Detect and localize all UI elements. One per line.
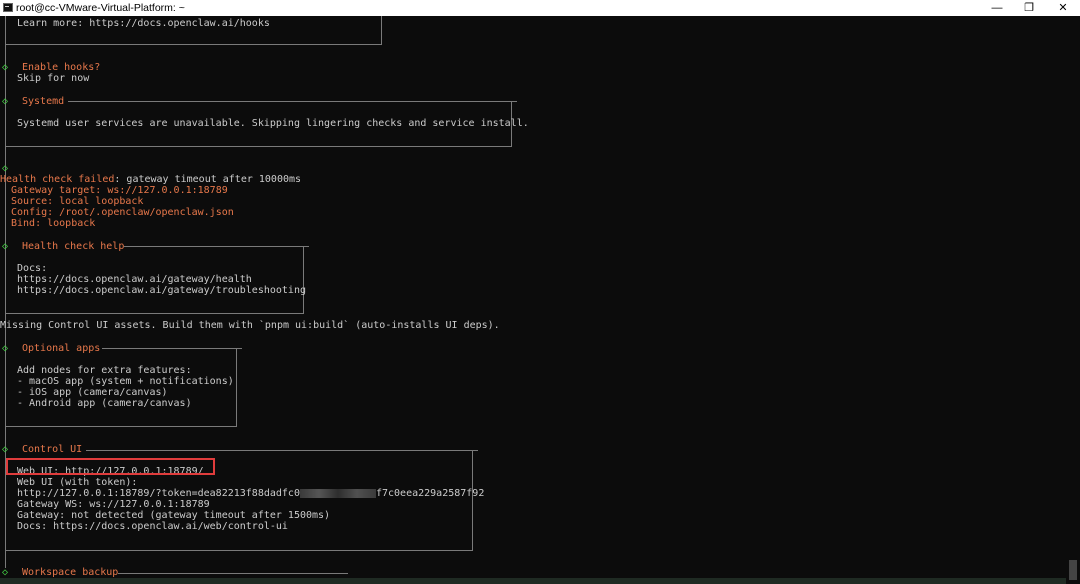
systemd-message: Systemd user services are unavailable. S… <box>17 118 529 129</box>
gateway-target-value: ws://127.0.0.1:18789 <box>107 185 228 196</box>
gateway-target-line: Gateway target: ws://127.0.0.1:18789 <box>11 185 228 196</box>
maximize-button[interactable]: ❐ <box>1015 0 1043 16</box>
redacted-token-block <box>299 488 376 498</box>
gateway-status-line: Gateway: not detected (gateway timeout a… <box>17 510 331 521</box>
hooks-learn-more: Learn more: https://docs.openclaw.ai/hoo… <box>17 18 270 29</box>
minimize-button[interactable]: — <box>983 0 1011 16</box>
source-line: Source: local loopback <box>11 196 144 207</box>
close-button[interactable]: ✕ <box>1049 0 1077 16</box>
health-failed-label: Health check failed <box>0 174 115 185</box>
web-ui-token-label: Web UI (with token): <box>17 477 138 488</box>
control-ui-docs-line[interactable]: Docs: https://docs.openclaw.ai/web/contr… <box>17 521 288 532</box>
scrollbar-thumb[interactable] <box>1069 560 1077 580</box>
bullet-diamond-icon: ◇ <box>2 163 9 174</box>
token-url-end: f7c0eea229a2587f92 <box>375 488 485 499</box>
config-value: /root/.openclaw/openclaw.json <box>59 207 234 218</box>
optional-app-ios: - iOS app (camera/canvas) <box>17 387 168 398</box>
taskbar-strip <box>0 578 1066 584</box>
config-line: Config: /root/.openclaw/openclaw.json <box>11 207 234 218</box>
bullet-diamond-icon: ◇ <box>2 62 9 73</box>
enable-hooks-answer: Skip for now <box>17 73 90 84</box>
bind-label: Bind: <box>11 218 48 229</box>
terminal-scrollbar[interactable] <box>1066 16 1080 584</box>
bind-line: Bind: loopback <box>11 218 95 229</box>
health-help-link-1[interactable]: https://docs.openclaw.ai/gateway/health <box>17 274 252 285</box>
bullet-diamond-icon: ◇ <box>2 567 9 578</box>
missing-assets-message: Missing Control UI assets. Build them wi… <box>0 320 500 331</box>
bind-value: loopback <box>47 218 96 229</box>
web-ui-token-url[interactable]: http://127.0.0.1:18789/?token=dea82213f8… <box>17 488 484 499</box>
box-top-border <box>118 573 348 574</box>
window-title: root@cc-VMware-Virtual-Platform: ~ <box>16 2 185 14</box>
workspace-backup-box-title: Workspace backup <box>22 567 119 578</box>
config-label: Config: <box>11 207 60 218</box>
token-url-start: http://127.0.0.1:18789/?token=dea82213f8… <box>17 488 300 499</box>
health-failed-detail: : gateway timeout after 10000ms <box>114 174 302 185</box>
enable-hooks-prompt: Enable hooks? <box>22 62 101 73</box>
terminal-icon <box>3 3 13 12</box>
gateway-ws-line: Gateway WS: ws://127.0.0.1:18789 <box>17 499 210 510</box>
terminal-output[interactable]: Learn more: https://docs.openclaw.ai/hoo… <box>0 16 1066 584</box>
web-ui-highlight-box <box>6 458 215 475</box>
optional-apps-intro: Add nodes for extra features: <box>17 365 192 376</box>
health-check-failed: Health check failed: gateway timeout aft… <box>0 174 301 185</box>
window-titlebar: root@cc-VMware-Virtual-Platform: ~ — ❐ ✕ <box>0 0 1080 16</box>
health-help-link-2[interactable]: https://docs.openclaw.ai/gateway/trouble… <box>17 285 306 296</box>
optional-app-macos: - macOS app (system + notifications) <box>17 376 234 387</box>
health-help-docs-label: Docs: <box>17 263 48 274</box>
gateway-target-label: Gateway target: <box>11 185 108 196</box>
optional-app-android: - Android app (camera/canvas) <box>17 398 192 409</box>
